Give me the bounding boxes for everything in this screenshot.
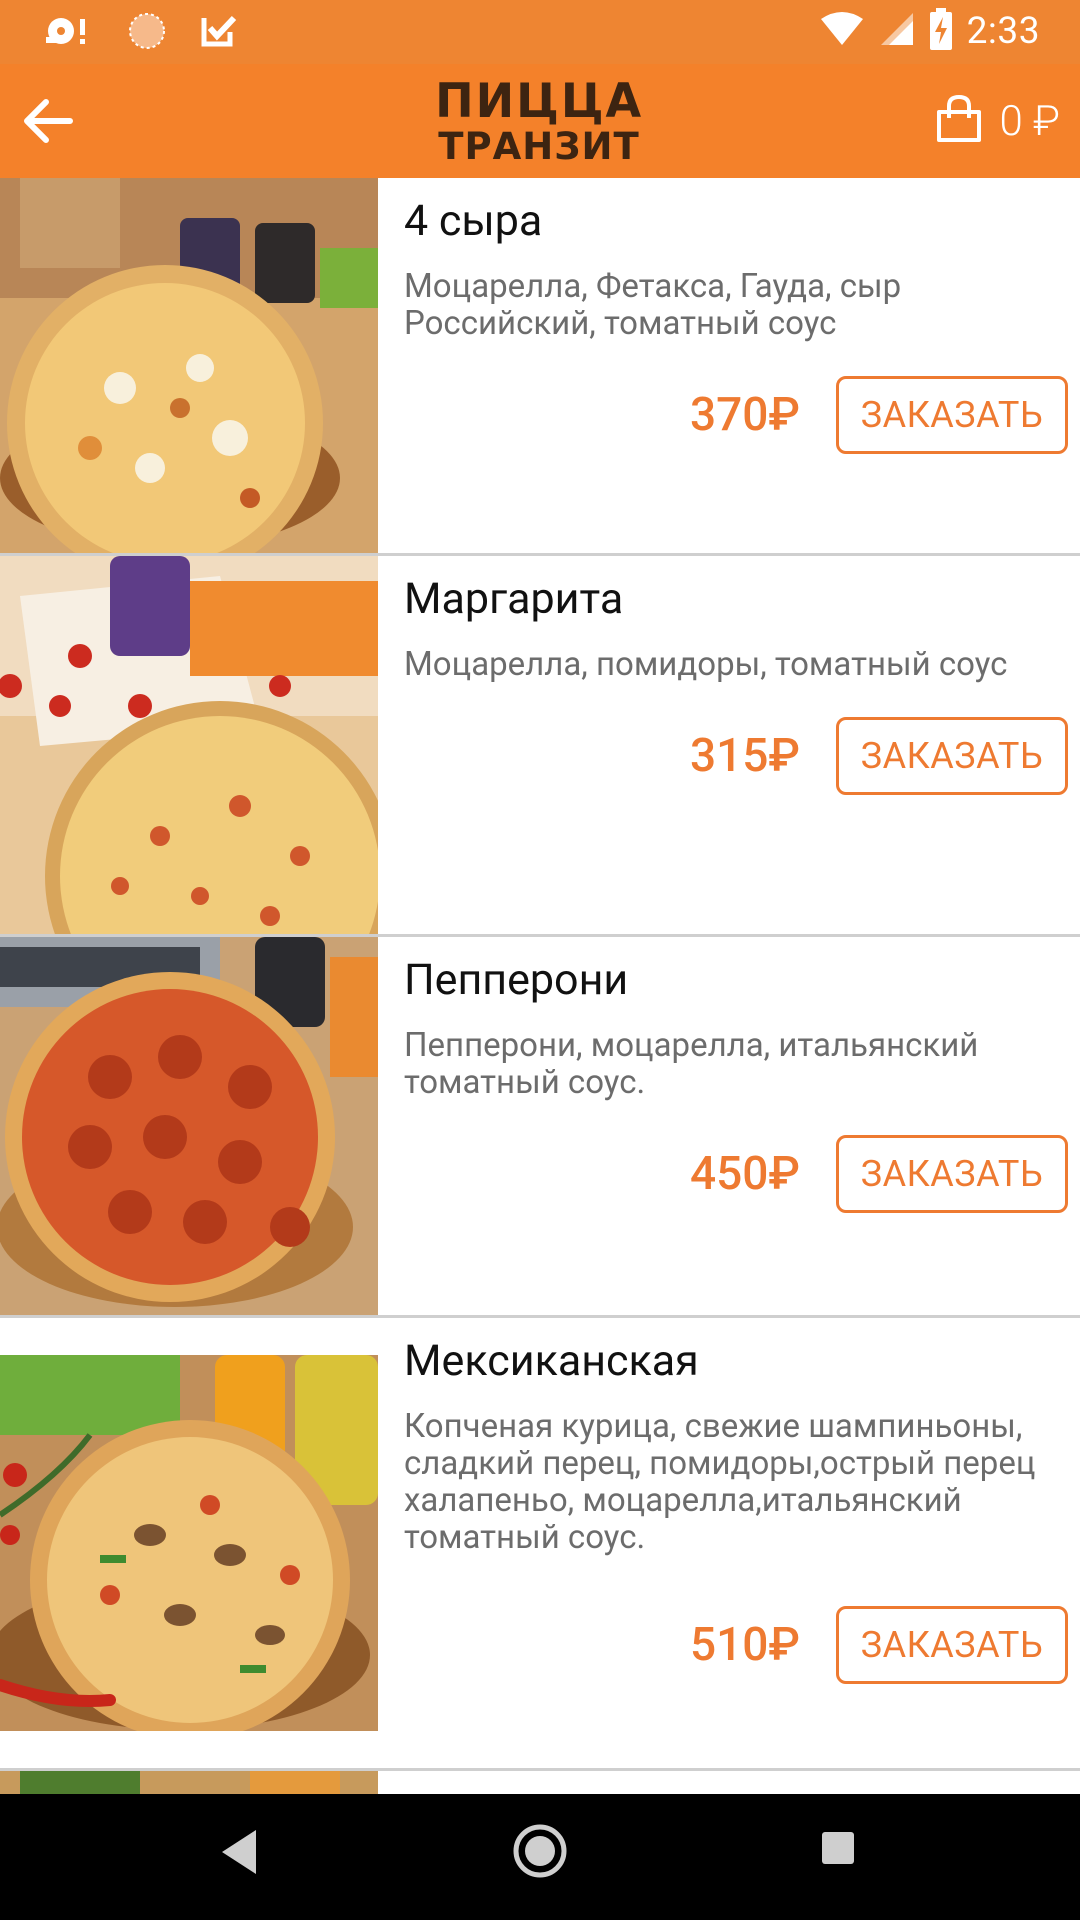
- cart-total: 0 ₽: [999, 96, 1061, 146]
- wifi-icon: [819, 11, 865, 51]
- nav-home-icon: [512, 1824, 568, 1883]
- product-image[interactable]: [0, 556, 378, 934]
- price-row: 315₽ ЗАКАЗАТЬ: [690, 717, 1068, 795]
- logo-line-2: ТРАНЗИТ: [438, 125, 640, 168]
- media-notification-icon: [46, 14, 94, 48]
- product-card[interactable]: Пепперони Пепперони, моцарелла, итальянс…: [0, 937, 1080, 1315]
- product-card-partial[interactable]: [0, 1771, 1080, 1794]
- product-price: 510₽: [689, 1618, 800, 1672]
- cellular-signal-icon: [879, 11, 915, 51]
- product-info: Пепперони Пепперони, моцарелла, итальянс…: [404, 955, 1080, 1101]
- product-card[interactable]: Маргарита Моцарелла, помидоры, томатный …: [0, 556, 1080, 934]
- price-row: 510₽ ЗАКАЗАТЬ: [690, 1606, 1068, 1684]
- nav-home-button[interactable]: [512, 1823, 568, 1883]
- product-price: 315₽: [689, 729, 800, 783]
- nav-recents-button[interactable]: [820, 1830, 856, 1870]
- battery-charging-icon: [929, 8, 953, 54]
- order-button[interactable]: ЗАКАЗАТЬ: [836, 1606, 1068, 1684]
- product-price: 370₽: [689, 388, 800, 442]
- product-price: 450₽: [689, 1147, 800, 1201]
- back-button[interactable]: [16, 89, 80, 153]
- nav-back-button[interactable]: [218, 1827, 260, 1881]
- product-description: Моцарелла, помидоры, томатный соус: [404, 645, 1008, 684]
- product-name: Маргарита: [404, 574, 624, 624]
- task-check-icon: [200, 14, 238, 48]
- product-image[interactable]: [0, 937, 378, 1315]
- order-button[interactable]: ЗАКАЗАТЬ: [836, 717, 1068, 795]
- order-button[interactable]: ЗАКАЗАТЬ: [836, 1135, 1068, 1213]
- logo-line-1: ПИЦЦА: [434, 74, 644, 129]
- brand-logo[interactable]: ПИЦЦА ТРАНЗИТ: [433, 70, 645, 174]
- arrow-back-icon: [16, 99, 80, 157]
- price-row: 370₽ ЗАКАЗАТЬ: [690, 376, 1068, 454]
- product-description: Моцарелла, Фетакса, Гауда, сыр Российски…: [404, 267, 902, 343]
- product-description: Пепперони, моцарелла, итальянский томатн…: [404, 1026, 979, 1102]
- product-image[interactable]: [0, 1355, 378, 1731]
- order-button[interactable]: ЗАКАЗАТЬ: [836, 376, 1068, 454]
- nav-recents-icon: [820, 1832, 856, 1870]
- product-info: Маргарита Моцарелла, помидоры, томатный …: [404, 574, 1080, 683]
- product-name: Пепперони: [404, 955, 629, 1005]
- product-name: Мексиканская: [404, 1336, 699, 1386]
- product-image[interactable]: [0, 178, 378, 553]
- price-row: 450₽ ЗАКАЗАТЬ: [690, 1135, 1068, 1213]
- notification-icons: [46, 12, 238, 50]
- product-image[interactable]: [0, 1771, 378, 1794]
- shopping-bag-icon: [934, 94, 984, 148]
- loading-circle-icon: [128, 12, 166, 50]
- product-description: Копченая курица, свежие шампиньоны, слад…: [404, 1407, 1036, 1557]
- product-card[interactable]: Мексиканская Копченая курица, свежие шам…: [0, 1318, 1080, 1768]
- system-icons: 2:33: [819, 8, 1040, 54]
- nav-back-icon: [218, 1830, 260, 1881]
- app-screen: 2:33 ПИЦЦА ТРАНЗИТ 0 ₽ 4 сыра Моцарелла,…: [0, 0, 1080, 1920]
- product-info: 4 сыра Моцарелла, Фетакса, Гауда, сыр Ро…: [404, 196, 1080, 342]
- product-card[interactable]: 4 сыра Моцарелла, Фетакса, Гауда, сыр Ро…: [0, 178, 1080, 553]
- app-bar: ПИЦЦА ТРАНЗИТ 0 ₽: [0, 64, 1080, 178]
- product-name: 4 сыра: [404, 196, 543, 246]
- system-nav-bar: [0, 1794, 1080, 1920]
- status-time: 2:33: [966, 9, 1040, 53]
- status-bar: 2:33: [0, 0, 1080, 64]
- cart-button[interactable]: 0 ₽: [934, 88, 1061, 154]
- product-info: Мексиканская Копченая курица, свежие шам…: [404, 1336, 1080, 1556]
